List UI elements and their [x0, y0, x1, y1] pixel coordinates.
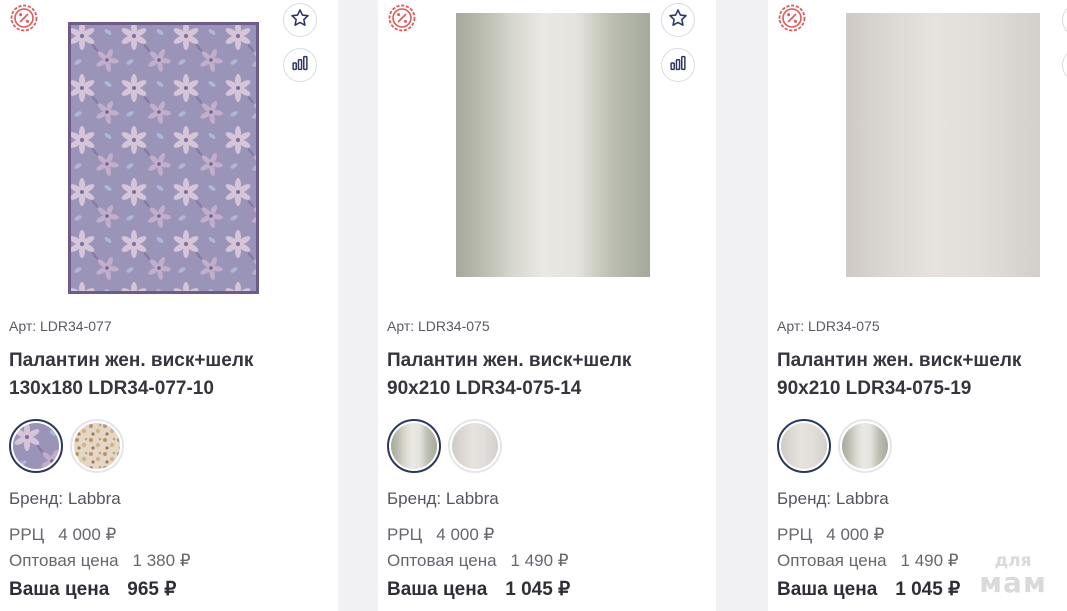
- wholesale-price: Оптовая цена 1 380 ₽: [9, 551, 191, 571]
- product-title[interactable]: Палантин жен. виск+шелк 90х210 LDR34-075…: [387, 347, 716, 403]
- color-swatch-selected[interactable]: [777, 419, 831, 473]
- rrp-value: 4 000 ₽: [826, 525, 885, 544]
- wholesale-label: Оптовая цена: [9, 551, 119, 570]
- compare-button[interactable]: [661, 48, 695, 82]
- wholesale-price: Оптовая цена 1 490 ₽: [777, 551, 959, 571]
- brand-label: Бренд: Labbra: [777, 489, 889, 508]
- your-price: Ваша цена 965 ₽: [9, 578, 176, 601]
- compare-button[interactable]: [1062, 48, 1067, 82]
- your-price-label: Ваша цена: [9, 579, 110, 600]
- product-title-line2: 90х210 LDR34-075-19: [777, 378, 972, 399]
- wholesale-price: Оптовая цена 1 490 ₽: [387, 551, 569, 571]
- color-swatch-selected[interactable]: [9, 419, 63, 473]
- watermark-line2: мам: [979, 566, 1047, 599]
- article-number: Арт: LDR34-077: [9, 318, 112, 334]
- article-number: Арт: LDR34-075: [387, 318, 490, 334]
- product-image[interactable]: [846, 13, 1040, 277]
- rrp-price: РРЦ 4 000 ₽: [9, 525, 116, 545]
- favorite-button[interactable]: [661, 3, 695, 37]
- article-number: Арт: LDR34-075: [777, 318, 880, 334]
- product-title-line1: Палантин жен. виск+шелк: [387, 350, 632, 371]
- star-icon: [667, 7, 689, 34]
- color-swatch[interactable]: [448, 419, 502, 473]
- your-price-value: 1 045 ₽: [505, 579, 571, 600]
- your-price-label: Ваша цена: [387, 579, 488, 600]
- product-image[interactable]: [456, 13, 650, 277]
- wholesale-label: Оптовая цена: [387, 551, 497, 570]
- sale-badge-icon: [777, 3, 807, 33]
- product-card[interactable]: Арт: LDR34-075 Палантин жен. виск+шелк 9…: [378, 0, 716, 611]
- your-price-label: Ваша цена: [777, 579, 878, 600]
- product-card[interactable]: Арт: LDR34-077 Палантин жен. виск+шелк 1…: [0, 0, 338, 611]
- product-title-line1: Палантин жен. виск+шелк: [777, 350, 1022, 371]
- color-swatch[interactable]: [838, 419, 892, 473]
- wholesale-value: 1 490 ₽: [900, 551, 959, 570]
- rrp-value: 4 000 ₽: [58, 525, 117, 544]
- brand-label: Бренд: Labbra: [9, 489, 121, 508]
- bar-chart-icon: [667, 52, 689, 79]
- favorite-button[interactable]: [1062, 3, 1067, 37]
- bar-chart-icon: [289, 52, 311, 79]
- wholesale-value: 1 380 ₽: [132, 551, 191, 570]
- product-title-line1: Палантин жен. виск+шелк: [9, 350, 254, 371]
- product-title-line2: 130х180 LDR34-077-10: [9, 378, 214, 399]
- rrp-price: РРЦ 4 000 ₽: [777, 525, 884, 545]
- product-title[interactable]: Палантин жен. виск+шелк 90х210 LDR34-075…: [777, 347, 1067, 403]
- rrp-price: РРЦ 4 000 ₽: [387, 525, 494, 545]
- your-price: Ваша цена 1 045 ₽: [387, 578, 570, 601]
- sale-badge-icon: [387, 3, 417, 33]
- rrp-label: РРЦ: [9, 525, 45, 544]
- your-price: Ваша цена 1 045 ₽: [777, 578, 960, 601]
- wholesale-value: 1 490 ₽: [510, 551, 569, 570]
- favorite-button[interactable]: [283, 3, 317, 37]
- rrp-value: 4 000 ₽: [436, 525, 495, 544]
- product-title[interactable]: Палантин жен. виск+шелк 130х180 LDR34-07…: [9, 347, 338, 403]
- product-title-line2: 90х210 LDR34-075-14: [387, 378, 582, 399]
- color-swatch-selected[interactable]: [387, 419, 441, 473]
- color-swatch[interactable]: [70, 419, 124, 473]
- rrp-label: РРЦ: [387, 525, 423, 544]
- wholesale-label: Оптовая цена: [777, 551, 887, 570]
- brand-label: Бренд: Labbra: [387, 489, 499, 508]
- product-image[interactable]: [68, 22, 259, 294]
- your-price-value: 965 ₽: [127, 579, 177, 600]
- compare-button[interactable]: [283, 48, 317, 82]
- sale-badge-icon: [9, 3, 39, 33]
- site-watermark: для мам: [968, 550, 1058, 599]
- your-price-value: 1 045 ₽: [895, 579, 961, 600]
- rrp-label: РРЦ: [777, 525, 813, 544]
- product-card[interactable]: Арт: LDR34-075 Палантин жен. виск+шелк 9…: [768, 0, 1067, 611]
- star-icon: [289, 7, 311, 34]
